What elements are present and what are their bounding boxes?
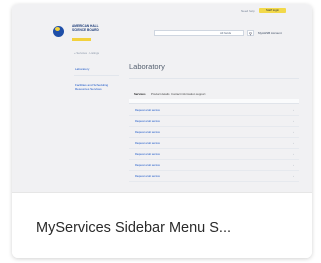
chevron-right-icon: › [293, 141, 294, 145]
table-row[interactable]: Request a lab service › [129, 160, 299, 171]
row-link[interactable]: Request a lab service [135, 142, 160, 145]
page-title: Laboratory [129, 62, 165, 71]
search-input[interactable]: All fields [154, 30, 244, 36]
table-row[interactable]: Request a lab service › [129, 138, 299, 149]
logo-icon[interactable] [53, 26, 64, 37]
tab-contact-information[interactable]: Contact information support [171, 92, 205, 96]
title-divider [129, 78, 299, 79]
card-caption[interactable]: MyServices Sidebar Menu S... [12, 192, 312, 258]
chevron-right-icon: › [293, 163, 294, 167]
chevron-right-icon: › [293, 130, 294, 134]
search-icon[interactable]: ⚲ [247, 30, 254, 36]
row-link[interactable]: Request a lab service [135, 109, 160, 112]
search-scope-select[interactable]: All fields [220, 31, 231, 36]
chevron-right-icon: › [293, 152, 294, 156]
table-row[interactable]: Request a lab service › [129, 105, 299, 116]
row-link[interactable]: Request a lab service [135, 175, 160, 178]
row-link[interactable]: Request a lab service [135, 164, 160, 167]
sidebar-item-laboratory[interactable]: Laboratory [75, 67, 89, 71]
site-header: AMERICAN HALL SCIENCE BOARD All fields ⚲… [42, 16, 297, 44]
sidebar-item-facilities[interactable]: Facilities and Scheduling Resources Serv… [75, 83, 115, 91]
table-row[interactable]: Request a lab service › [129, 127, 299, 138]
help-link[interactable]: Need help [241, 9, 255, 13]
chevron-right-icon: › [293, 108, 294, 112]
row-link[interactable]: Request a lab service [135, 120, 160, 123]
table-row[interactable]: Request a lab service › [129, 171, 299, 182]
logo-tagline-bar [72, 38, 91, 41]
card-title[interactable]: MyServices Sidebar Menu S... [36, 220, 231, 236]
resource-card[interactable]: Need help Staff login AMERICAN HALL SCIE… [12, 4, 312, 258]
row-link[interactable]: Request a lab service [135, 153, 160, 156]
tab-services[interactable]: Services [134, 92, 146, 96]
table-row[interactable]: Request a lab service › [129, 116, 299, 127]
sidebar-divider [74, 75, 119, 76]
card-thumbnail[interactable]: Need help Staff login AMERICAN HALL SCIE… [12, 4, 312, 192]
account-menu[interactable]: MyAHSB Account [258, 31, 282, 35]
chevron-right-icon: › [293, 174, 294, 178]
tab-product-details[interactable]: Product details [151, 92, 170, 96]
logo-text: AMERICAN HALL SCIENCE BOARD [72, 24, 99, 32]
top-utility-bar: Need help Staff login [12, 4, 312, 16]
breadcrumb[interactable]: « Services · Listings [74, 51, 99, 55]
staff-login-button[interactable]: Staff login [259, 8, 286, 13]
table-row[interactable]: Request a lab service › [129, 149, 299, 160]
table-header [129, 99, 299, 104]
row-link[interactable]: Request a lab service [135, 131, 160, 134]
chevron-right-icon: › [293, 119, 294, 123]
